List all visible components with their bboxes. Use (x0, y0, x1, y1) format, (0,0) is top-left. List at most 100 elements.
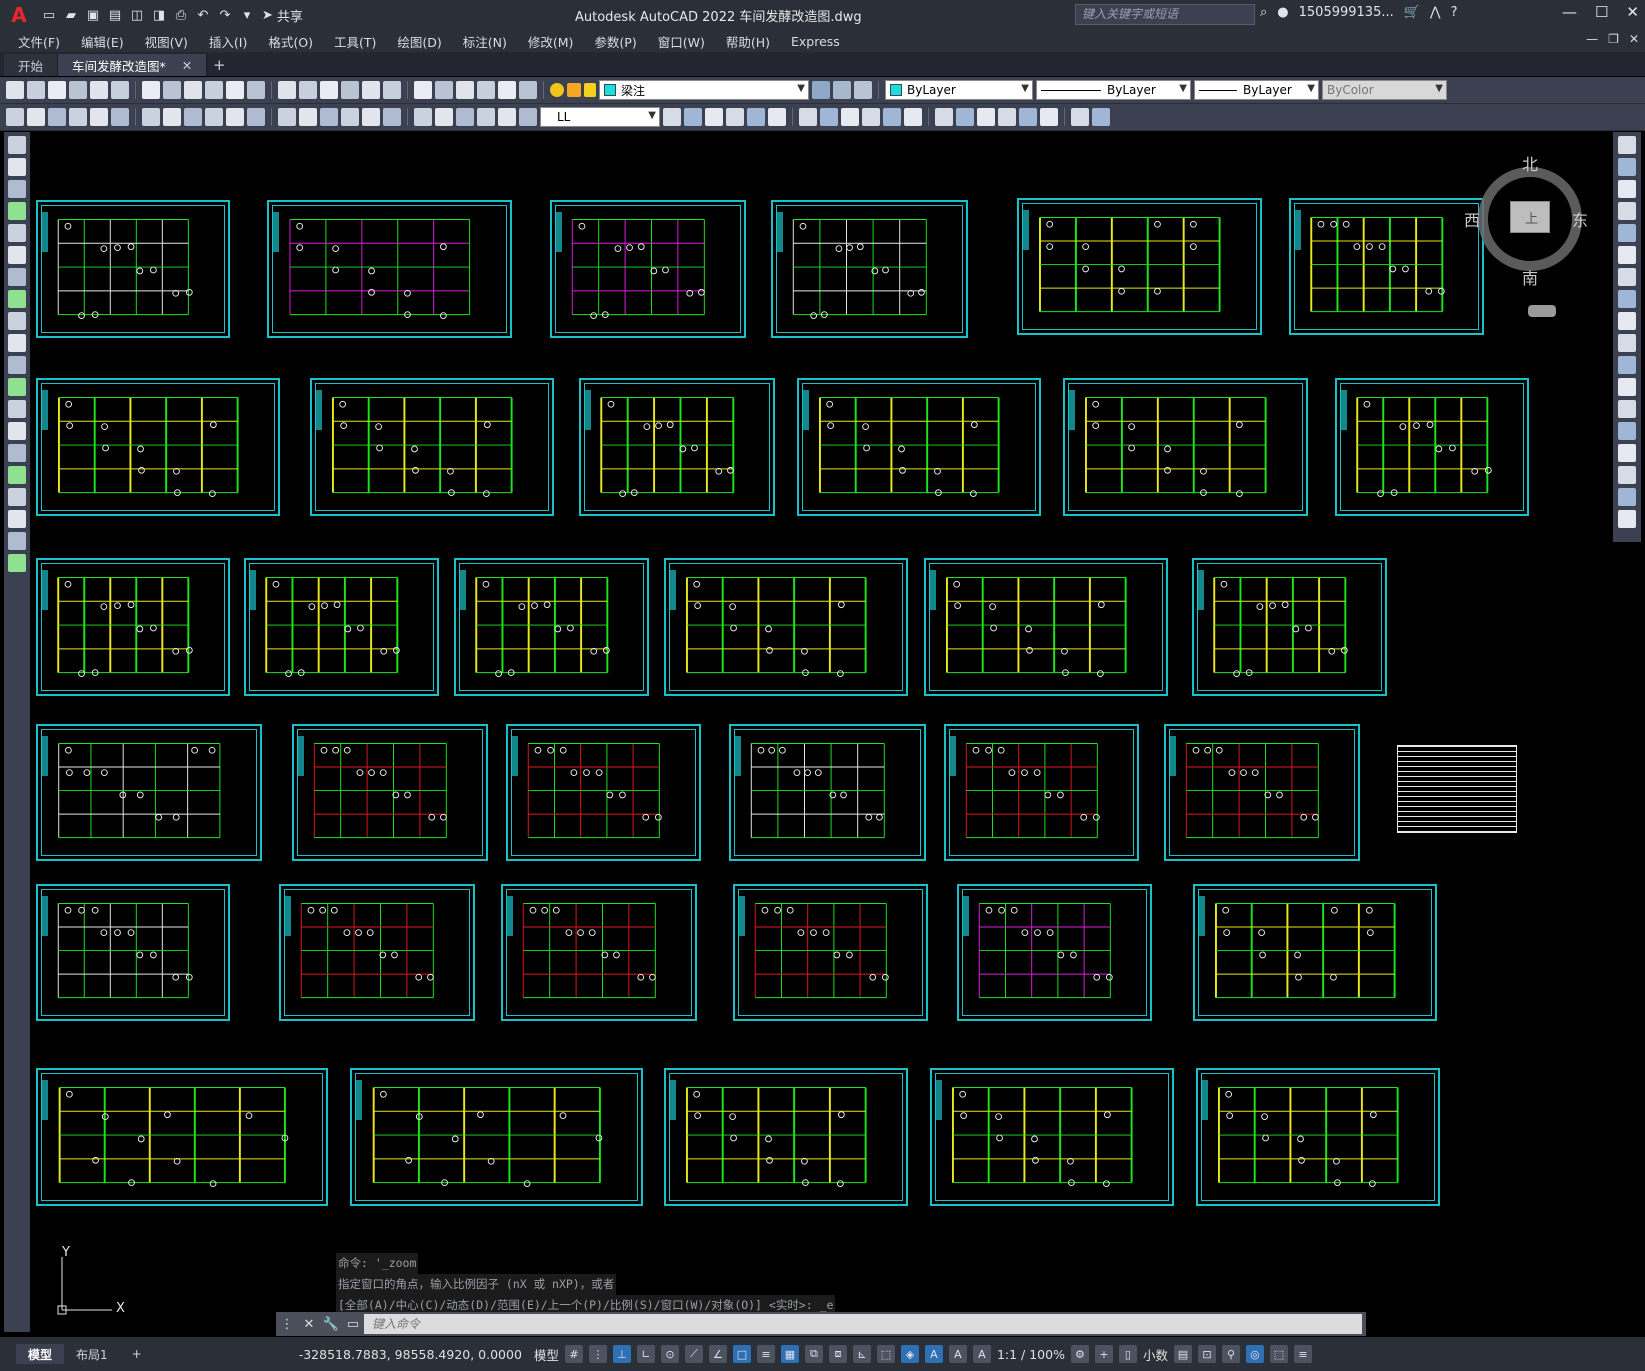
snap-icon[interactable]: ⋮ (588, 1345, 607, 1363)
draw-tool-icon[interactable] (8, 422, 26, 440)
layer-freeze-icon[interactable] (567, 83, 581, 97)
standard-tool-icon[interactable] (90, 81, 108, 99)
standard-tool-icon[interactable] (519, 81, 537, 99)
modify-tool-icon[interactable] (956, 108, 974, 126)
dimension-tool-icon[interactable] (278, 108, 296, 126)
redo-icon[interactable]: ↷ (216, 6, 234, 24)
menu-item-1[interactable]: 编辑(E) (81, 32, 124, 51)
isodraft-icon[interactable]: ⟋ (684, 1345, 703, 1363)
close-icon[interactable]: ✕ (1626, 3, 1639, 21)
dynamic-ucs-icon[interactable]: ⊾ (852, 1345, 871, 1363)
drawing-sheet[interactable] (36, 558, 230, 696)
menu-item-7[interactable]: 标注(N) (463, 32, 507, 51)
otrack-icon[interactable]: ∠ (708, 1345, 727, 1363)
polar-icon[interactable]: ⊙ (660, 1345, 679, 1363)
draw-tool-icon[interactable] (8, 554, 26, 572)
customization-icon[interactable]: ≡ (1293, 1345, 1312, 1363)
modify-tool-icon[interactable] (799, 108, 817, 126)
new-file-icon[interactable]: ▭ (40, 6, 58, 24)
draw-tool-icon[interactable] (8, 224, 26, 242)
draw-tool-icon[interactable] (8, 136, 26, 154)
modify-tool-icon[interactable] (1618, 202, 1636, 220)
customize-icon[interactable]: 🔧 (320, 1317, 342, 1332)
drawing-sheet[interactable] (36, 200, 230, 338)
autocad-logo[interactable]: A (6, 2, 32, 28)
standard-tool-icon[interactable] (477, 81, 495, 99)
standard-tool-icon[interactable] (247, 81, 265, 99)
layer-previous-icon[interactable] (833, 81, 851, 99)
dimension-tool-icon[interactable] (498, 108, 516, 126)
standard-tool-icon[interactable] (48, 81, 66, 99)
drawing-sheet[interactable] (930, 1068, 1174, 1206)
draw-tool-icon[interactable] (8, 400, 26, 418)
modify-tool-icon[interactable] (1618, 246, 1636, 264)
menu-item-10[interactable]: 窗口(W) (658, 32, 705, 51)
cart-icon[interactable]: 🛒 (1404, 5, 1420, 20)
modify-tool-icon[interactable] (1618, 466, 1636, 484)
draw-tool-icon[interactable] (8, 378, 26, 396)
modify-tool-icon[interactable] (684, 108, 702, 126)
modify-tool-icon[interactable] (862, 108, 880, 126)
modify-tool-icon[interactable] (705, 108, 723, 126)
menu-item-6[interactable]: 绘图(D) (397, 32, 441, 51)
doc-restore-icon[interactable]: ❐ (1608, 32, 1619, 46)
drawing-sheet[interactable] (550, 200, 746, 338)
compass-east[interactable]: 东 (1572, 207, 1588, 231)
selection-cycling-icon[interactable]: ⧉ (804, 1345, 823, 1363)
drawing-sheet[interactable] (944, 724, 1139, 861)
menu-item-0[interactable]: 文件(F) (18, 32, 60, 51)
draw-tool-icon[interactable] (8, 268, 26, 286)
minimize-icon[interactable]: — (1562, 3, 1577, 21)
doc-minimize-icon[interactable]: — (1586, 32, 1598, 46)
dimension-tool-icon[interactable] (163, 108, 181, 126)
drawing-sheet[interactable] (1335, 378, 1529, 516)
modify-tool-icon[interactable] (1618, 378, 1636, 396)
close-command-icon[interactable]: ✕ (298, 1317, 320, 1332)
clean-screen-icon[interactable]: ⬚ (1269, 1345, 1288, 1363)
drawing-canvas[interactable] (33, 132, 1611, 1332)
dimension-tool-icon[interactable] (414, 108, 432, 126)
draw-tool-icon[interactable] (8, 180, 26, 198)
drawing-sheet[interactable] (279, 884, 475, 1021)
layer-state-icon[interactable] (854, 81, 872, 99)
maximize-icon[interactable]: ☐ (1595, 3, 1608, 21)
menu-item-11[interactable]: 帮助(H) (726, 32, 770, 51)
model-space-button[interactable]: 模型 (534, 1345, 559, 1364)
drawing-sheet[interactable] (1289, 198, 1484, 335)
save-to-web-icon[interactable]: ◨ (150, 6, 168, 24)
tab-drawing[interactable]: 车间发酵改造图* ✕ (58, 54, 208, 76)
tab-model[interactable]: 模型 (16, 1344, 65, 1364)
coordinates-readout[interactable]: -328518.7883, 98558.4920, 0.0000 (299, 1347, 522, 1362)
plotstyle-dropdown[interactable]: ByColor ▼ (1322, 80, 1447, 100)
a360-icon[interactable]: ⋀ (1430, 5, 1441, 20)
dimension-tool-icon[interactable] (247, 108, 265, 126)
auto-scale-icon[interactable]: A (948, 1345, 967, 1363)
drawing-sheet[interactable] (36, 884, 230, 1021)
drawing-sheet[interactable] (1193, 884, 1437, 1021)
drawing-sheet[interactable] (1063, 378, 1308, 516)
drawing-sheet[interactable] (36, 724, 262, 861)
draw-tool-icon[interactable] (8, 444, 26, 462)
modify-tool-icon[interactable] (726, 108, 744, 126)
plot-icon[interactable]: ⎙ (172, 6, 190, 24)
drawing-sheet[interactable] (244, 558, 439, 696)
draw-tool-icon[interactable] (8, 312, 26, 330)
save-icon[interactable]: ▣ (84, 6, 102, 24)
standard-tool-icon[interactable] (184, 81, 202, 99)
draw-tool-icon[interactable] (8, 532, 26, 550)
viewcube[interactable]: 上 北 南 东 西 (1464, 155, 1590, 317)
user-name[interactable]: 1505999135... (1299, 5, 1394, 20)
layer-lock-icon[interactable] (584, 83, 596, 97)
draw-tool-icon[interactable] (8, 356, 26, 374)
modify-tool-icon[interactable] (883, 108, 901, 126)
drawing-sheet[interactable] (771, 200, 968, 338)
menu-item-9[interactable]: 参数(P) (594, 32, 636, 51)
selection-filter-icon[interactable]: ⬚ (876, 1345, 895, 1363)
open-from-web-icon[interactable]: ◫ (128, 6, 146, 24)
dimension-tool-icon[interactable] (456, 108, 474, 126)
compass-north[interactable]: 北 (1522, 151, 1538, 175)
standard-tool-icon[interactable] (69, 81, 87, 99)
modify-tool-icon[interactable] (1618, 290, 1636, 308)
draw-tool-icon[interactable] (8, 202, 26, 220)
standard-tool-icon[interactable] (435, 81, 453, 99)
